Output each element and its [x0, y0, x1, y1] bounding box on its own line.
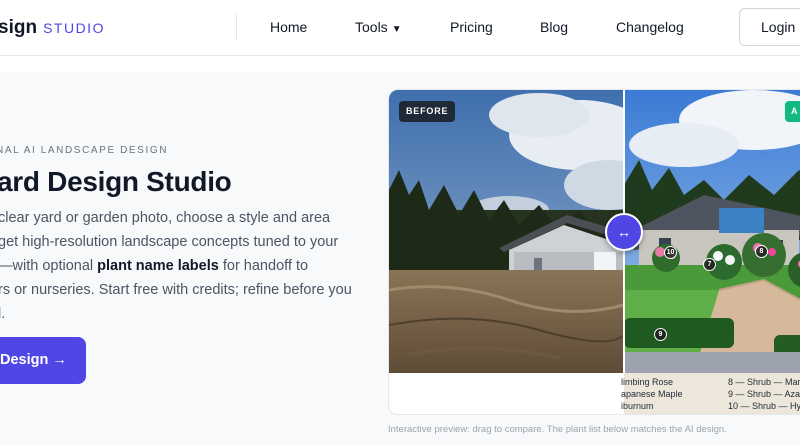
lead-text: for handoff to [218, 258, 309, 274]
start-design-button[interactable]: Design → [0, 337, 86, 384]
before-after-preview[interactable]: ↔ BEFORE A 10 8 7 9 limbing Rose 8 — Shr… [388, 89, 800, 415]
brand-suffix: STUDIO [43, 20, 105, 36]
lead-text: —with optional [0, 258, 98, 274]
top-nav: sign STUDIO Home Tools ▼ Pricing Blog Chan… [0, 0, 800, 56]
plant-list-cell: iburnum [621, 401, 654, 411]
lead-line: get high-resolution landscape concepts t… [0, 234, 339, 250]
nav-divider [236, 14, 237, 40]
nav-pricing-link[interactable]: Pricing [450, 19, 493, 35]
lead-line: l. [0, 306, 6, 322]
nav-tools-dropdown[interactable]: Tools ▼ [355, 19, 402, 35]
hero-description: clear yard or garden photo, choose a sty… [0, 206, 370, 326]
plant-list-cell: 10 — Shrub — Hyd [728, 401, 800, 411]
brand-logo[interactable]: sign STUDIO [0, 17, 105, 39]
before-badge: BEFORE [399, 101, 456, 122]
login-button[interactable]: Login [739, 8, 800, 46]
plant-list-cell: apanese Maple [621, 389, 683, 399]
drag-handle-icon[interactable]: ↔ [605, 213, 643, 251]
nav-home-link[interactable]: Home [270, 19, 307, 35]
caret-down-icon: ▼ [391, 24, 402, 35]
lead-line: —with optional plant name labels for han… [0, 254, 370, 278]
plant-pin[interactable]: 7 [703, 258, 716, 271]
before-image [389, 90, 624, 373]
after-image [624, 90, 800, 373]
preview-caption: Interactive preview: drag to compare. Th… [388, 424, 727, 435]
brand-name: sign [0, 17, 38, 38]
plant-list-cell: limbing Rose [621, 377, 674, 387]
after-badge: A [785, 101, 800, 122]
plant-pin[interactable]: 9 [654, 328, 667, 341]
lead-line: clear yard or garden photo, choose a sty… [0, 210, 331, 226]
page-title: ard Design Studio [0, 166, 232, 197]
nav-blog-link[interactable]: Blog [540, 19, 568, 35]
nav-changelog-link[interactable]: Changelog [616, 19, 684, 35]
plant-list-row: limbing Rose 8 — Shrub — Mar [621, 377, 800, 389]
hero-eyebrow: NAL AI LANDSCAPE DESIGN [0, 145, 169, 156]
lead-line: rs or nurseries. Start free with credits… [0, 282, 352, 298]
lead-bold-text: plant name labels [97, 258, 219, 274]
plant-pin[interactable]: 8 [755, 245, 768, 258]
plant-name-list: limbing Rose 8 — Shrub — Mar apanese Map… [621, 373, 800, 414]
nav-tools-label: Tools [355, 19, 388, 35]
plant-list-row: iburnum 10 — Shrub — Hyd [621, 401, 800, 413]
plant-pin[interactable]: 10 [664, 246, 677, 259]
plant-list-cell: 8 — Shrub — Mar [728, 377, 800, 387]
plant-list-cell: 9 — Shrub — Azal [728, 389, 800, 399]
plant-list-row: apanese Maple 9 — Shrub — Azal [621, 389, 800, 401]
